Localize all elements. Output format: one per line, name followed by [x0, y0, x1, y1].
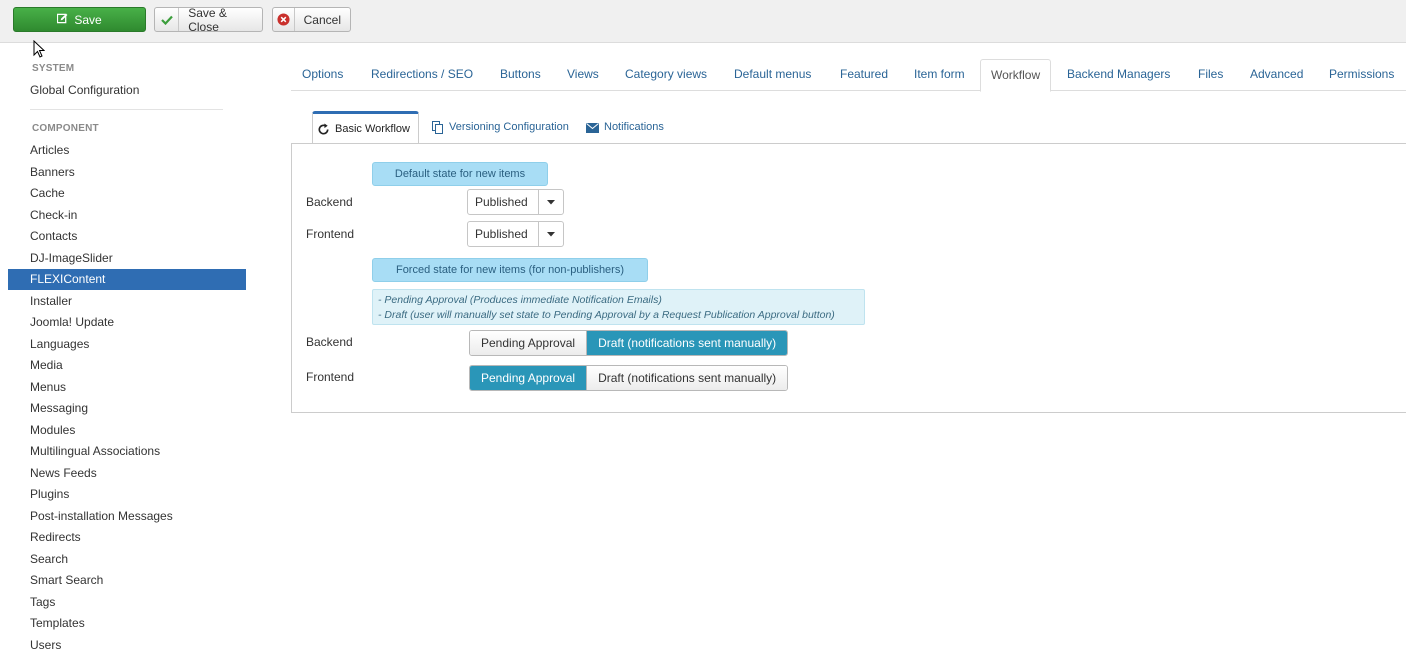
cancel-button[interactable]: Cancel: [272, 7, 351, 32]
tab-files[interactable]: Files: [1188, 59, 1233, 91]
save-close-button[interactable]: Save & Close: [154, 5, 263, 34]
frontend-forced-state-toggle: Pending Approval Draft (notifications se…: [469, 365, 789, 391]
subtab-versioning-configuration[interactable]: Versioning Configuration: [432, 111, 569, 144]
save-close-label: Save & Close: [188, 5, 227, 34]
forced-state-label: Forced state for new items (for non-publ…: [372, 258, 648, 282]
tab-default-menus[interactable]: Default menus: [724, 59, 821, 91]
mouse-cursor-icon: [33, 39, 46, 61]
tab-options[interactable]: Options: [292, 59, 353, 91]
tab-backend-managers[interactable]: Backend Managers: [1057, 59, 1180, 91]
forced-state-note: - Pending Approval (Produces immediate N…: [372, 289, 865, 325]
sidebar-item-smart-search[interactable]: Smart Search: [8, 570, 246, 591]
sidebar-item-menus[interactable]: Menus: [8, 377, 246, 398]
sidebar-item-post-installation-messages[interactable]: Post-installation Messages: [8, 506, 246, 527]
tab-buttons[interactable]: Buttons: [490, 59, 551, 91]
note-line-draft: - Draft (user will manually set state to…: [378, 309, 835, 321]
tab-permissions[interactable]: Permissions: [1319, 59, 1404, 91]
frontend-default-state-select[interactable]: Published: [467, 221, 564, 247]
subtab-basic-workflow-label: Basic Workflow: [335, 122, 410, 135]
sidebar-header-component: COMPONENT: [32, 123, 99, 134]
sidebar-header-system: SYSTEM: [32, 63, 75, 74]
tab-featured[interactable]: Featured: [830, 59, 898, 91]
frontend-option-pending-approval[interactable]: Pending Approval: [470, 366, 587, 390]
sidebar-item-templates[interactable]: Templates: [8, 613, 246, 634]
note-line-pending: - Pending Approval (Produces immediate N…: [378, 294, 662, 306]
tab-workflow[interactable]: Workflow: [980, 59, 1052, 92]
subtab-notifications-label: Notifications: [604, 121, 664, 133]
sidebar-item-articles[interactable]: Articles: [8, 140, 246, 161]
subtab-versioning-label: Versioning Configuration: [449, 121, 569, 133]
caret-down-icon: [538, 190, 563, 214]
backend-forced-label: Backend: [306, 335, 353, 349]
backend-option-draft[interactable]: Draft (notifications sent manually): [586, 331, 788, 355]
frontend-option-draft[interactable]: Draft (notifications sent manually): [586, 366, 788, 390]
tab-advanced[interactable]: Advanced: [1240, 59, 1313, 91]
edit-icon: [57, 13, 68, 27]
save-button[interactable]: Save: [13, 7, 146, 32]
sidebar-item-media[interactable]: Media: [8, 355, 246, 376]
tab-item-form[interactable]: Item form: [904, 59, 975, 91]
sidebar-item-global-configuration[interactable]: Global Configuration: [8, 80, 246, 101]
tab-redirections-seo[interactable]: Redirections / SEO: [361, 59, 483, 91]
sidebar-item-joomla-update[interactable]: Joomla! Update: [8, 312, 246, 333]
sidebar-item-flexicontent[interactable]: FLEXIContent: [8, 269, 246, 290]
sidebar-item-search[interactable]: Search: [8, 549, 246, 570]
sidebar-item-multilingual-associations[interactable]: Multilingual Associations: [8, 441, 246, 462]
sidebar-item-check-in[interactable]: Check-in: [8, 205, 246, 226]
default-state-label: Default state for new items: [372, 162, 548, 186]
sub-tabs: Basic Workflow Versioning Configuration …: [291, 111, 1406, 144]
sidebar-item-messaging[interactable]: Messaging: [8, 398, 246, 419]
refresh-icon: [317, 122, 330, 136]
sidebar-item-tags[interactable]: Tags: [8, 592, 246, 613]
sidebar-divider: [30, 109, 223, 110]
sidebar-item-plugins[interactable]: Plugins: [8, 484, 246, 505]
sidebar-item-cache[interactable]: Cache: [8, 183, 246, 204]
check-icon: [155, 8, 180, 31]
toolbar: Save Save & Close Cancel: [0, 0, 1406, 43]
backend-default-state-select[interactable]: Published: [467, 189, 564, 215]
sidebar-item-contacts[interactable]: Contacts: [8, 226, 246, 247]
caret-down-icon: [538, 222, 563, 246]
copy-icon: [432, 121, 444, 134]
sidebar-item-installer[interactable]: Installer: [8, 291, 246, 312]
subtab-basic-workflow[interactable]: Basic Workflow: [312, 111, 419, 144]
frontend-label: Frontend: [306, 227, 355, 241]
sidebar-item-news-feeds[interactable]: News Feeds: [8, 463, 246, 484]
sidebar-item-banners[interactable]: Banners: [8, 162, 246, 183]
backend-label: Backend: [306, 195, 353, 209]
frontend-default-state-value: Published: [475, 227, 528, 241]
sidebar-item-modules[interactable]: Modules: [8, 420, 246, 441]
sidebar-item-dj-imageslider[interactable]: DJ-ImageSlider: [8, 248, 246, 269]
sidebar-item-users[interactable]: Users: [8, 635, 246, 656]
main-tabs: Options Redirections / SEO Buttons Views…: [291, 59, 1406, 92]
save-label: Save: [74, 12, 102, 27]
sidebar-item-languages[interactable]: Languages: [8, 334, 246, 355]
backend-option-pending-approval[interactable]: Pending Approval: [470, 331, 587, 355]
backend-forced-state-toggle: Pending Approval Draft (notifications se…: [469, 330, 789, 356]
sidebar-item-redirects[interactable]: Redirects: [8, 527, 246, 548]
tab-views[interactable]: Views: [557, 59, 609, 91]
backend-default-state-value: Published: [475, 195, 528, 209]
frontend-forced-label: Frontend: [306, 370, 355, 384]
tab-category-views[interactable]: Category views: [615, 59, 717, 91]
close-circle-icon: [273, 8, 295, 31]
subtab-notifications[interactable]: Notifications: [586, 111, 664, 144]
envelope-icon: [586, 122, 599, 133]
cancel-label: Cancel: [303, 12, 341, 27]
